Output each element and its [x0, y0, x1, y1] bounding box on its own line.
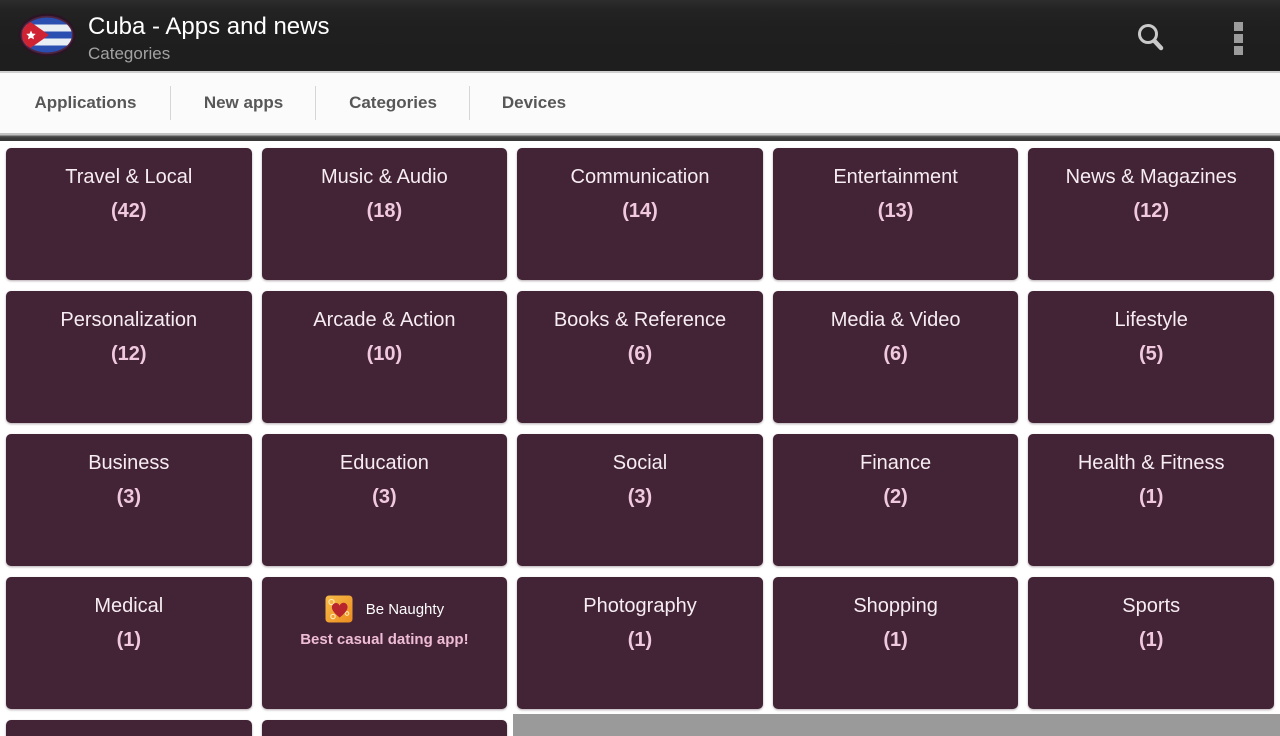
category-count: (10): [367, 342, 403, 367]
tab-bar: Applications New apps Categories Devices: [0, 71, 1280, 133]
tab-label: Categories: [349, 93, 437, 113]
category-count: (2): [883, 485, 907, 510]
category-tile-medical[interactable]: Medical (1): [6, 577, 252, 709]
category-count: (1): [1139, 628, 1163, 653]
category-count: (1): [883, 628, 907, 653]
category-name: Medical: [94, 594, 163, 619]
cuba-flag-icon: [18, 13, 76, 57]
category-count: (13): [878, 199, 914, 224]
category-grid: Travel & Local (42) Music & Audio (18) C…: [0, 141, 1280, 736]
tab-bar-shadow: [0, 133, 1280, 141]
category-count: (3): [372, 485, 396, 510]
category-count: (12): [111, 342, 147, 367]
category-tile-media-video[interactable]: Media & Video (6): [773, 291, 1019, 423]
tab-devices[interactable]: Devices: [470, 73, 598, 133]
category-count: (6): [628, 342, 652, 367]
category-name: Finance: [860, 451, 931, 476]
category-name: Media & Video: [831, 308, 961, 333]
category-tile-travel-local[interactable]: Travel & Local (42): [6, 148, 252, 280]
category-count: (18): [367, 199, 403, 224]
category-count: (6): [883, 342, 907, 367]
category-tile-photography[interactable]: Photography (1): [517, 577, 763, 709]
category-tile-music-audio[interactable]: Music & Audio (18): [262, 148, 508, 280]
category-name: Music & Audio: [321, 165, 448, 190]
tab-new-apps[interactable]: New apps: [171, 73, 316, 133]
category-tile-partial[interactable]: [6, 720, 252, 736]
category-tile-entertainment[interactable]: Entertainment (13): [773, 148, 1019, 280]
tab-label: Applications: [34, 93, 136, 113]
overflow-dot: [1234, 46, 1243, 55]
category-name: Photography: [583, 594, 696, 619]
overflow-dot: [1234, 22, 1243, 31]
heart-app-icon: [325, 595, 353, 623]
app-title: Cuba - Apps and news: [88, 11, 330, 42]
category-tile-books-reference[interactable]: Books & Reference (6): [517, 291, 763, 423]
category-name: Travel & Local: [65, 165, 192, 190]
category-tile-arcade-action[interactable]: Arcade & Action (10): [262, 291, 508, 423]
action-bar: Cuba - Apps and news Categories: [0, 0, 1280, 71]
category-tile-finance[interactable]: Finance (2): [773, 434, 1019, 566]
overflow-menu-icon[interactable]: [1228, 21, 1248, 55]
category-name: Education: [340, 451, 429, 476]
ad-app-name: Be Naughty: [366, 601, 444, 618]
category-tile-business[interactable]: Business (3): [6, 434, 252, 566]
category-tile-personalization[interactable]: Personalization (12): [6, 291, 252, 423]
tab-categories[interactable]: Categories: [316, 73, 470, 133]
category-count: (14): [622, 199, 658, 224]
category-name: Shopping: [853, 594, 938, 619]
category-count: (12): [1133, 199, 1169, 224]
category-tile-shopping[interactable]: Shopping (1): [773, 577, 1019, 709]
category-name: Entertainment: [833, 165, 958, 190]
category-name: Sports: [1122, 594, 1180, 619]
category-count: (3): [628, 485, 652, 510]
category-tile-education[interactable]: Education (3): [262, 434, 508, 566]
category-name: Communication: [571, 165, 710, 190]
category-tile-lifestyle[interactable]: Lifestyle (5): [1028, 291, 1274, 423]
overflow-dot: [1234, 34, 1243, 43]
ad-tile[interactable]: Be Naughty Best casual dating app!: [262, 577, 508, 709]
category-tile-news-magazines[interactable]: News & Magazines (12): [1028, 148, 1274, 280]
category-name: Lifestyle: [1115, 308, 1188, 333]
category-name: Personalization: [60, 308, 197, 333]
search-icon[interactable]: [1134, 21, 1168, 55]
category-tile-social[interactable]: Social (3): [517, 434, 763, 566]
category-count: (1): [1139, 485, 1163, 510]
category-count: (1): [117, 628, 141, 653]
category-name: News & Magazines: [1066, 165, 1237, 190]
category-count: (1): [628, 628, 652, 653]
tab-applications[interactable]: Applications: [0, 73, 171, 133]
category-name: Arcade & Action: [313, 308, 455, 333]
category-name: Business: [88, 451, 169, 476]
category-name: Books & Reference: [554, 308, 726, 333]
page-subtitle: Categories: [88, 42, 330, 65]
app-root: Cuba - Apps and news Categories Applicat…: [0, 0, 1280, 736]
tab-label: New apps: [204, 93, 283, 113]
category-name: Social: [613, 451, 667, 476]
tab-label: Devices: [502, 93, 566, 113]
title-block: Cuba - Apps and news Categories: [88, 11, 330, 65]
category-tile-sports[interactable]: Sports (1): [1028, 577, 1274, 709]
category-tile-health-fitness[interactable]: Health & Fitness (1): [1028, 434, 1274, 566]
category-tile-partial[interactable]: [262, 720, 508, 736]
category-count: (42): [111, 199, 147, 224]
category-tile-communication[interactable]: Communication (14): [517, 148, 763, 280]
ad-banner-placeholder[interactable]: [513, 714, 1280, 736]
category-count: (3): [117, 485, 141, 510]
ad-tagline: Best casual dating app!: [300, 631, 468, 648]
category-count: (5): [1139, 342, 1163, 367]
category-name: Health & Fitness: [1078, 451, 1225, 476]
ad-header: Be Naughty: [325, 595, 444, 623]
